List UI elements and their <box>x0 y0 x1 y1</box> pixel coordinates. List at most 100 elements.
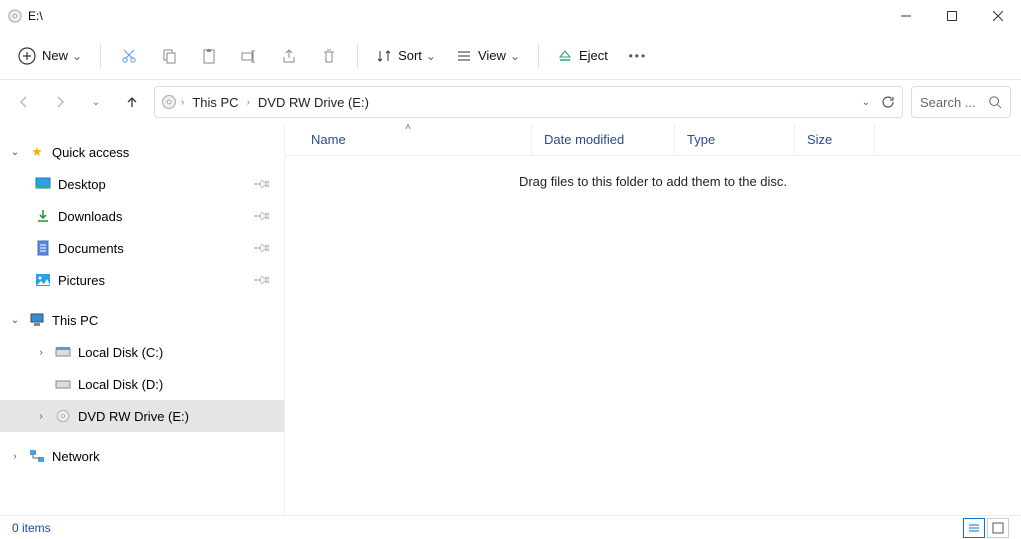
chevron-down-icon: ⌄ <box>8 315 22 326</box>
cut-icon <box>120 47 138 65</box>
address-dropdown[interactable]: ⌄ <box>862 97 870 108</box>
pin-icon: 📌︎ <box>252 238 273 259</box>
back-button[interactable] <box>10 88 38 116</box>
refresh-button[interactable] <box>880 94 896 110</box>
item-count: 0 items <box>12 521 51 535</box>
sidebar-documents[interactable]: Documents 📌︎ <box>0 232 284 264</box>
sidebar-quick-access[interactable]: ⌄ ★ Quick access <box>0 136 284 168</box>
this-pc-icon <box>28 313 46 327</box>
recent-button[interactable]: ⌄ <box>82 88 110 116</box>
title-bar: E:\ <box>0 0 1021 32</box>
plus-circle-icon <box>18 47 36 65</box>
sidebar-downloads[interactable]: Downloads 📌︎ <box>0 200 284 232</box>
drive-icon <box>54 378 72 390</box>
content-area: ˄ Name Date modified Type Size Drag file… <box>284 124 1021 515</box>
pin-icon: 📌︎ <box>252 270 273 291</box>
sidebar-label: Quick access <box>52 145 129 160</box>
eject-label: Eject <box>579 48 608 63</box>
maximize-button[interactable] <box>929 0 975 32</box>
new-label: New <box>42 48 68 63</box>
search-input[interactable]: Search ... <box>911 86 1011 118</box>
thumbnails-view-button[interactable] <box>987 518 1009 538</box>
divider <box>100 44 101 68</box>
chevron-down-icon: ⌄ <box>510 49 520 63</box>
column-name[interactable]: ˄ Name <box>285 124 532 155</box>
pictures-icon <box>34 273 52 287</box>
share-button[interactable] <box>271 38 307 74</box>
sort-label: Sort <box>398 48 422 63</box>
sidebar-pictures[interactable]: Pictures 📌︎ <box>0 264 284 296</box>
new-button[interactable]: New ⌄ <box>10 38 90 74</box>
sidebar-desktop[interactable]: Desktop 📌︎ <box>0 168 284 200</box>
breadcrumb-root[interactable]: This PC <box>188 93 242 112</box>
pin-icon: 📌︎ <box>252 206 273 227</box>
sidebar-local-d[interactable]: Local Disk (D:) <box>0 368 284 400</box>
sidebar-this-pc[interactable]: ⌄ This PC <box>0 304 284 336</box>
chevron-down-icon: ⌄ <box>72 49 82 63</box>
chevron-down-icon: ⌄ <box>426 49 436 63</box>
disc-icon <box>54 409 72 423</box>
desktop-icon <box>34 177 52 191</box>
view-label: View <box>478 48 506 63</box>
downloads-icon <box>34 208 52 224</box>
sidebar-label: Desktop <box>58 177 106 192</box>
paste-button[interactable] <box>191 38 227 74</box>
forward-button[interactable] <box>46 88 74 116</box>
sidebar-network[interactable]: › Network <box>0 440 284 472</box>
sidebar-label: Downloads <box>58 209 122 224</box>
sidebar-label: DVD RW Drive (E:) <box>78 409 189 424</box>
view-button[interactable]: View ⌄ <box>448 38 528 74</box>
empty-message: Drag files to this folder to add them to… <box>285 174 1021 189</box>
more-button[interactable]: ••• <box>620 38 656 74</box>
eject-icon <box>557 48 573 64</box>
column-label: Name <box>311 132 346 147</box>
up-button[interactable] <box>118 88 146 116</box>
view-icon <box>456 48 472 64</box>
chevron-down-icon: ⌄ <box>92 97 100 108</box>
sidebar-local-c[interactable]: › Local Disk (C:) <box>0 336 284 368</box>
chevron-right-icon: › <box>181 97 184 108</box>
navigation-row: ⌄ › This PC › DVD RW Drive (E:) ⌄ Search… <box>0 80 1021 124</box>
star-icon: ★ <box>28 144 46 160</box>
divider <box>538 44 539 68</box>
window-title: E:\ <box>28 9 43 23</box>
sort-icon <box>376 48 392 64</box>
column-type[interactable]: Type <box>675 124 795 155</box>
details-view-button[interactable] <box>963 518 985 538</box>
sort-button[interactable]: Sort ⌄ <box>368 38 444 74</box>
disc-icon <box>161 94 177 110</box>
column-date[interactable]: Date modified <box>532 124 675 155</box>
rename-button[interactable] <box>231 38 267 74</box>
delete-button[interactable] <box>311 38 347 74</box>
sidebar-label: Pictures <box>58 273 105 288</box>
column-size[interactable]: Size <box>795 124 875 155</box>
toolbar: New ⌄ Sort ⌄ View ⌄ Eject ••• <box>0 32 1021 80</box>
chevron-right-icon: › <box>8 451 22 462</box>
drive-icon <box>54 346 72 358</box>
more-icon: ••• <box>629 49 648 63</box>
breadcrumb-current[interactable]: DVD RW Drive (E:) <box>254 93 373 112</box>
sidebar-dvd-e[interactable]: › DVD RW Drive (E:) <box>0 400 284 432</box>
chevron-right-icon: › <box>247 97 250 108</box>
chevron-right-icon: › <box>34 411 48 422</box>
pin-icon: 📌︎ <box>252 174 273 195</box>
network-icon <box>28 449 46 463</box>
share-icon <box>280 47 298 65</box>
sidebar: ⌄ ★ Quick access Desktop 📌︎ Downloads 📌︎… <box>0 124 284 515</box>
cut-button[interactable] <box>111 38 147 74</box>
copy-button[interactable] <box>151 38 187 74</box>
sidebar-label: Local Disk (D:) <box>78 377 163 392</box>
sidebar-label: Documents <box>58 241 124 256</box>
address-bar[interactable]: › This PC › DVD RW Drive (E:) ⌄ <box>154 86 903 118</box>
documents-icon <box>34 240 52 256</box>
minimize-button[interactable] <box>883 0 929 32</box>
eject-button[interactable]: Eject <box>549 38 616 74</box>
paste-icon <box>200 47 218 65</box>
status-bar: 0 items <box>0 515 1021 539</box>
sort-ascending-icon: ˄ <box>405 122 411 133</box>
column-label: Size <box>807 132 832 147</box>
close-button[interactable] <box>975 0 1021 32</box>
sidebar-label: This PC <box>52 313 98 328</box>
delete-icon <box>320 47 338 65</box>
divider <box>357 44 358 68</box>
